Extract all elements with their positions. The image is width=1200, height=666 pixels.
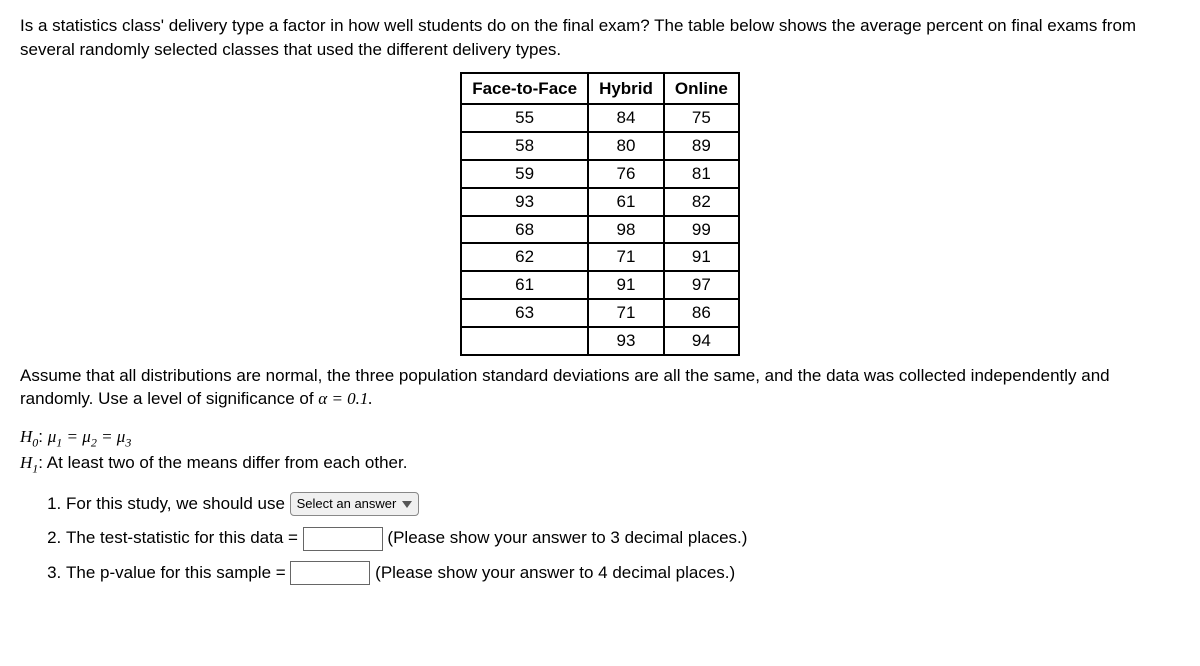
table-cell: 76 (588, 160, 664, 188)
table-cell: 61 (588, 188, 664, 216)
q1-text: For this study, we should use (66, 494, 290, 513)
table-cell: 86 (664, 299, 739, 327)
q2-test-statistic-input[interactable] (303, 527, 383, 551)
table-cell: 91 (664, 243, 739, 271)
table-cell: 68 (461, 216, 588, 244)
hypotheses-block: H0: μ1 = μ2 = μ3 H1: At least two of the… (20, 425, 1180, 477)
h1-symbol: H (20, 453, 32, 472)
col-face-to-face: Face-to-Face (461, 73, 588, 105)
q3-pvalue-input[interactable] (290, 561, 370, 585)
h0-colon: : (38, 427, 47, 446)
table-cell: 97 (664, 271, 739, 299)
question-3: The p-value for this sample = (Please sh… (66, 561, 1180, 586)
question-1: For this study, we should use Select an … (66, 492, 1180, 517)
assumptions-text: Assume that all distributions are normal… (20, 366, 1110, 409)
q3-hint: (Please show your answer to 4 decimal pl… (375, 563, 735, 582)
table-cell: 61 (461, 271, 588, 299)
h1-text: : At least two of the means differ from … (38, 453, 407, 472)
problem-intro: Is a statistics class' delivery type a f… (20, 14, 1180, 62)
table-cell: 84 (588, 104, 664, 132)
q1-select-answer[interactable]: Select an answer (290, 492, 420, 516)
col-online: Online (664, 73, 739, 105)
table-row: 627191 (461, 243, 739, 271)
table-row: 588089 (461, 132, 739, 160)
table-cell: 93 (588, 327, 664, 355)
table-cell: 75 (664, 104, 739, 132)
mu2-symbol: μ (82, 427, 91, 446)
table-row: 597681 (461, 160, 739, 188)
table-cell: 71 (588, 243, 664, 271)
q1-select-label: Select an answer (297, 495, 397, 513)
eq2: = (97, 427, 117, 446)
table-cell: 55 (461, 104, 588, 132)
table-cell: 59 (461, 160, 588, 188)
table-cell: 81 (664, 160, 739, 188)
alpha-value: α = 0.1. (318, 389, 372, 408)
assumptions: Assume that all distributions are normal… (20, 364, 1180, 412)
mu1-symbol: μ (48, 427, 57, 446)
table-cell: 99 (664, 216, 739, 244)
table-row: 619197 (461, 271, 739, 299)
table-row: 689899 (461, 216, 739, 244)
table-row: 936182 (461, 188, 739, 216)
question-2: The test-statistic for this data = (Plea… (66, 526, 1180, 551)
h0-symbol: H (20, 427, 32, 446)
data-table: Face-to-Face Hybrid Online 5584755880895… (460, 72, 740, 356)
table-row: 9394 (461, 327, 739, 355)
table-cell: 82 (664, 188, 739, 216)
eq1: = (62, 427, 82, 446)
table-cell: 91 (588, 271, 664, 299)
table-cell: 94 (664, 327, 739, 355)
table-cell: 98 (588, 216, 664, 244)
q2-hint: (Please show your answer to 3 decimal pl… (387, 528, 747, 547)
table-cell: 93 (461, 188, 588, 216)
table-cell (461, 327, 588, 355)
q3-text: The p-value for this sample = (66, 563, 290, 582)
question-list: For this study, we should use Select an … (46, 492, 1180, 586)
table-row: 637186 (461, 299, 739, 327)
table-header-row: Face-to-Face Hybrid Online (461, 73, 739, 105)
alt-hypothesis: H1: At least two of the means differ fro… (20, 451, 1180, 477)
table-cell: 62 (461, 243, 588, 271)
chevron-down-icon (402, 501, 412, 508)
table-row: 558475 (461, 104, 739, 132)
table-cell: 89 (664, 132, 739, 160)
col-hybrid: Hybrid (588, 73, 664, 105)
table-cell: 71 (588, 299, 664, 327)
q2-text: The test-statistic for this data = (66, 528, 303, 547)
table-cell: 58 (461, 132, 588, 160)
null-hypothesis: H0: μ1 = μ2 = μ3 (20, 425, 1180, 451)
table-cell: 80 (588, 132, 664, 160)
mu3-subscript: 3 (125, 436, 131, 450)
table-cell: 63 (461, 299, 588, 327)
